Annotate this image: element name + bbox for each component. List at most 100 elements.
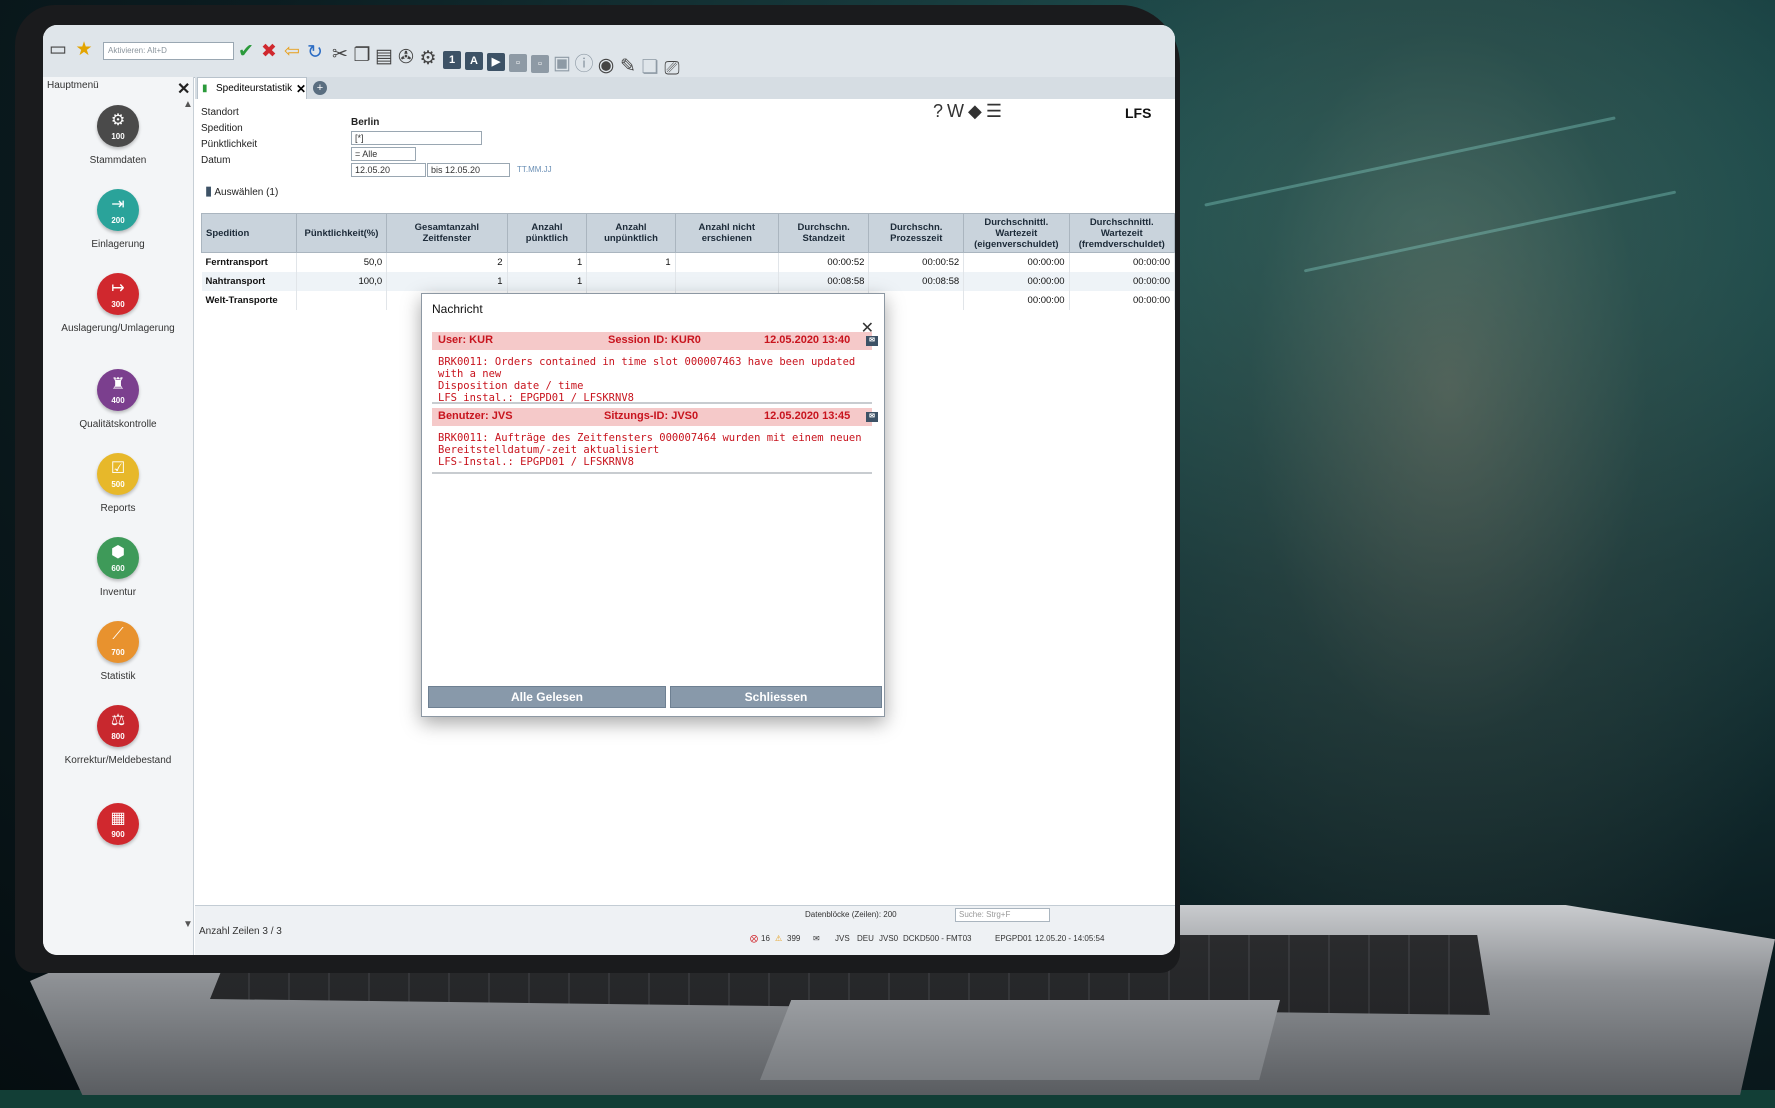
column-header[interactable]: Anzahl pünktlich [506, 213, 588, 253]
bookmark-icon: ▮ [202, 83, 208, 94]
info-icon[interactable]: ⓘ [573, 54, 595, 76]
cell: 100,0 [296, 272, 388, 291]
date-to-input[interactable]: bis 12.05.20 [427, 163, 510, 177]
datablocks-setting[interactable]: Datenblöcke (Zeilen): 200 [805, 910, 897, 919]
message-body: BRK0011: Orders contained in time slot 0… [432, 356, 872, 404]
column-header[interactable]: Anzahl nicht erschienen [674, 213, 779, 253]
tab-close-icon[interactable]: ✕ [296, 78, 306, 100]
error-icon[interactable]: ⨂ [750, 934, 758, 943]
cell: 00:08:58 [868, 272, 965, 291]
window-icon[interactable]: ▭ [47, 39, 69, 61]
filter-panel: Standort Spedition Pünktlichkeit Datum B… [201, 105, 801, 205]
settings-gear-icon[interactable]: ⚙ [417, 48, 439, 70]
close-dialog-button[interactable]: Schliessen [670, 686, 882, 708]
copy-icon[interactable]: ❐ [351, 45, 373, 67]
column-header[interactable]: Durchschnittl. Wartezeit (eigenverschuld… [963, 213, 1070, 253]
module-korrektur[interactable]: ⚖ 800 Korrektur/Meldebestand [43, 705, 193, 766]
module-auslagerung[interactable]: ↦ 300 Auslagerung/Umlagerung [43, 273, 193, 334]
sidebar-scroll-down-icon[interactable]: ▼ [183, 919, 193, 930]
tab-spediteurstatistik[interactable]: ▮ Spediteurstatistik ✕ [197, 77, 307, 99]
column-header[interactable]: Durchschnittl. Wartezeit (fremdverschuld… [1068, 213, 1175, 253]
cell [296, 291, 388, 310]
laptop-trackpad [760, 1000, 1280, 1080]
message-line: LFS-Instal.: EPGPD01 / LFSKRNV8 [438, 456, 634, 468]
column-header[interactable]: Durchschn. Standzeit [777, 213, 870, 253]
mail-icon[interactable]: ✉ [813, 934, 820, 943]
message-line: Bereitstelldatum/-zeit aktualisiert [438, 444, 660, 456]
top-right-icons: ?W◆☰ [933, 101, 1006, 122]
date-from-input[interactable]: 12.05.20 [351, 163, 426, 177]
paste-icon[interactable]: ▤ [373, 46, 395, 68]
status-chip: DEU [857, 934, 874, 943]
cancel-x-icon[interactable]: ✖ [258, 41, 280, 63]
favorites-star-icon[interactable]: ★ [73, 39, 95, 61]
status-chip: EPGPD01 [995, 934, 1032, 943]
play-box-icon[interactable]: ▶ [487, 53, 505, 71]
status-bar: Anzahl Zeilen 3 / 3 Datenblöcke (Zeilen)… [195, 905, 1175, 955]
envelope-icon[interactable]: ✉ [866, 336, 878, 346]
filter-label-datum: Datum [201, 155, 231, 166]
confirm-check-icon[interactable]: ✔ [235, 41, 257, 63]
warning-icon[interactable]: ⚠ [775, 934, 782, 943]
report-check-icon: ☑ 500 [97, 453, 139, 495]
toolbar-search-input[interactable]: Aktivieren: Alt+D [103, 42, 234, 60]
module-label: Stammdaten [89, 155, 147, 166]
menu-icon[interactable]: ☰ [986, 101, 1006, 121]
module-qualitaetskontrolle[interactable]: ♜ 400 Qualitätskontrolle [43, 369, 193, 430]
cell: 00:00:00 [1069, 252, 1175, 272]
edit-icon[interactable]: ✎ [617, 56, 639, 78]
puenktlichkeit-select[interactable]: = Alle [351, 147, 416, 161]
add-tab-icon[interactable]: + [313, 81, 327, 95]
module-inventur[interactable]: ⬢ 600 Inventur [43, 537, 193, 598]
module-reports[interactable]: ☑ 500 Reports [43, 453, 193, 514]
envelope-icon[interactable]: ✉ [866, 412, 878, 422]
standort-value: Berlin [351, 117, 380, 128]
filter-wheel-icon[interactable]: ✇ [395, 47, 417, 69]
page-icon[interactable]: ▫ [531, 55, 549, 73]
select-button[interactable]: ▮ Auswählen (1) [205, 183, 278, 199]
sidebar-close-icon[interactable]: ✕ [177, 79, 190, 99]
module-einlagerung[interactable]: ⇥ 200 Einlagerung [43, 189, 193, 250]
cell: 00:00:00 [1069, 291, 1175, 310]
chart-icon: ⟋ 700 [97, 621, 139, 663]
module-statistik[interactable]: ⟋ 700 Statistik [43, 621, 193, 682]
grid-search-input[interactable]: Suche: Strg+F [955, 908, 1050, 922]
cell: 00:00:00 [963, 272, 1070, 291]
user-gear-icon: ⚙ 100 [97, 105, 139, 147]
column-header[interactable]: Spedition [201, 213, 297, 253]
cell: 00:00:00 [963, 252, 1070, 272]
column-header[interactable]: Anzahl unpünktlich [586, 213, 676, 253]
column-header[interactable]: Pünktlichkeit(%) [295, 213, 388, 253]
refresh-icon[interactable]: ↻ [304, 42, 326, 64]
cut-icon[interactable]: ✂ [329, 44, 351, 66]
sidebar-title: Hauptmenü [47, 80, 99, 91]
help-circle-icon[interactable]: ◉ [595, 55, 617, 77]
app-screen: ▭ ★ Aktivieren: Alt+D ✔ ✖ ⇦ ↻ ✂ ❐ ▤ ✇ ⚙ … [43, 25, 1175, 955]
module-900[interactable]: ▦ 900 [43, 803, 193, 845]
page-icon[interactable]: ▫ [509, 54, 527, 72]
wiki-icon[interactable]: W [947, 101, 968, 121]
back-arrow-icon[interactable]: ⇦ [281, 41, 303, 63]
pin-icon[interactable]: ◆ [968, 101, 986, 121]
column-header[interactable]: Gesamtanzahl Zeitfenster [386, 213, 508, 253]
grid-icon: ▦ 900 [97, 803, 139, 845]
one-box-icon[interactable]: 1 [443, 51, 461, 69]
cell: 1 [507, 272, 588, 291]
column-header[interactable]: Durchschn. Prozesszeit [868, 213, 965, 253]
spedition-input[interactable]: [*] [351, 131, 482, 145]
help-icon[interactable]: ? [933, 101, 947, 121]
table-row[interactable]: Nahtransport 100,0 1 1 00:08:58 00:08:58… [201, 272, 1175, 291]
module-stammdaten[interactable]: ⚙ 100 Stammdaten [43, 105, 193, 166]
screen-icon[interactable]: ▣ [551, 53, 573, 75]
table-row[interactable]: Ferntransport 50,0 2 1 1 00:00:52 00:00:… [201, 252, 1175, 272]
message-line: BRK0011: Orders contained in time slot 0… [438, 356, 856, 380]
module-label: Auslagerung/Umlagerung [61, 323, 175, 334]
a-box-icon[interactable]: A [465, 52, 483, 70]
module-label: Korrektur/Meldebestand [64, 755, 172, 766]
message-item[interactable]: Benutzer: JVS Sitzungs-ID: JVS0 12.05.20… [432, 408, 878, 468]
mark-all-read-button[interactable]: Alle Gelesen [428, 686, 666, 708]
window-pane-icon[interactable]: ❏ [639, 57, 661, 79]
message-item[interactable]: User: KUR Session ID: KUR0 12.05.2020 13… [432, 332, 878, 404]
cell: 1 [586, 252, 676, 272]
cell: 00:00:00 [963, 291, 1070, 310]
